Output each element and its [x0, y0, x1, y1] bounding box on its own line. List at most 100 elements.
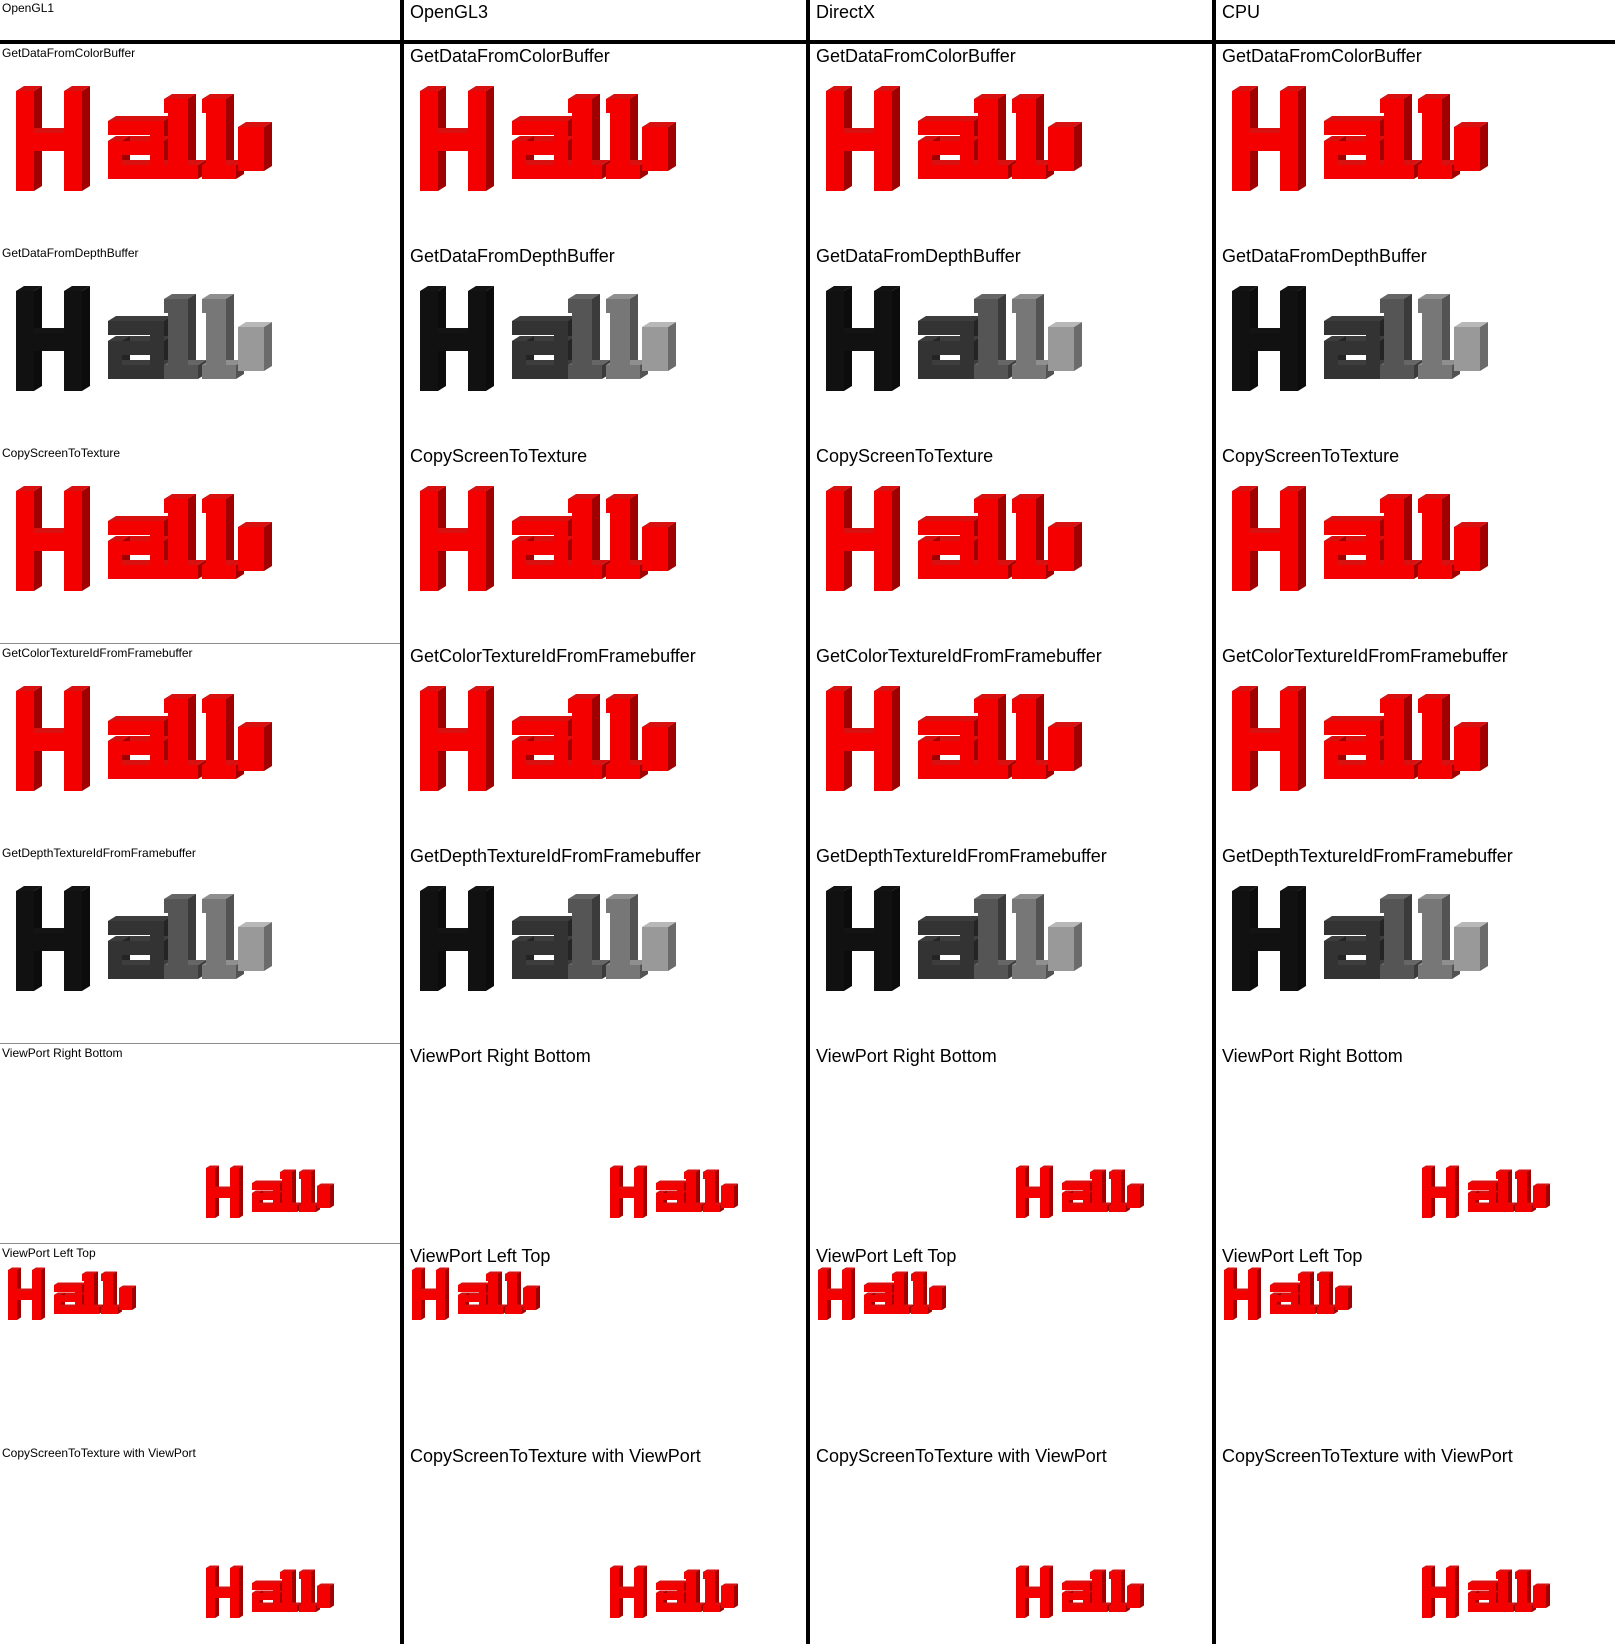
test-label: GetDataFromColorBuffer — [2, 46, 136, 60]
hallo-text-render — [1232, 686, 1488, 791]
glyph-h — [420, 686, 494, 791]
hallo-text-render — [826, 86, 1082, 191]
glyph-a — [252, 1580, 284, 1612]
glyph-l1 — [1298, 1271, 1319, 1314]
test-label: GetDataFromDepthBuffer — [1222, 246, 1427, 266]
glyph-a — [1324, 916, 1388, 979]
hallo-text-render — [206, 1165, 334, 1218]
glyph-l1 — [974, 94, 1016, 179]
render-output — [818, 1267, 946, 1320]
hallo-text-render — [16, 486, 272, 591]
render-output — [1232, 286, 1488, 391]
glyph-o — [721, 1183, 738, 1208]
glyph-h — [206, 1565, 243, 1618]
render-output — [206, 1565, 334, 1618]
glyph-o — [238, 322, 272, 371]
test-label: ViewPort Left Top — [816, 1246, 957, 1266]
glyph-l1 — [82, 1271, 103, 1314]
glyph-o — [1454, 722, 1488, 771]
glyph-a — [108, 316, 172, 379]
render-output — [1422, 1165, 1550, 1218]
glyph-o — [1048, 522, 1082, 571]
hallo-text-render — [8, 1267, 136, 1320]
hallo-text-render — [420, 886, 676, 991]
test-label: ViewPort Right Bottom — [816, 1046, 997, 1066]
glyph-h — [1232, 86, 1306, 191]
glyph-l2 — [1418, 94, 1460, 179]
glyph-h — [420, 886, 494, 991]
test-label: CopyScreenToTexture with ViewPort — [2, 1446, 196, 1460]
glyph-l1 — [280, 1569, 301, 1612]
hallo-text-render — [826, 286, 1082, 391]
glyph-a — [918, 316, 982, 379]
render-output — [1232, 486, 1488, 591]
test-cell: GetDataFromColorBuffer — [810, 44, 1212, 244]
glyph-o — [929, 1285, 946, 1310]
glyph-l2 — [299, 1569, 320, 1612]
glyph-a — [864, 1282, 896, 1314]
glyph-h — [1232, 886, 1306, 991]
glyph-h — [826, 486, 900, 591]
test-label: CopyScreenToTexture — [816, 446, 994, 466]
test-cell: GetDataFromDepthBuffer — [0, 244, 400, 444]
glyph-l2 — [202, 94, 244, 179]
glyph-a — [512, 316, 576, 379]
test-cell: GetDepthTextureIdFromFramebuffer — [810, 844, 1212, 1044]
glyph-h — [818, 1267, 855, 1320]
glyph-o — [1454, 322, 1488, 371]
test-label: ViewPort Left Top — [1222, 1246, 1363, 1266]
test-cell: CopyScreenToTexture — [404, 444, 806, 644]
glyph-l2 — [1012, 694, 1054, 779]
render-output — [206, 1165, 334, 1218]
test-cell: CopyScreenToTexture — [810, 444, 1212, 644]
glyph-a — [1468, 1180, 1500, 1212]
glyph-l2 — [202, 894, 244, 979]
glyph-h — [420, 286, 494, 391]
glyph-h — [1422, 1565, 1459, 1618]
test-label: CopyScreenToTexture — [2, 446, 121, 460]
render-output — [1224, 1267, 1352, 1320]
glyph-h — [1422, 1165, 1459, 1218]
glyph-l1 — [1380, 694, 1422, 779]
test-cell: ViewPort Left Top — [404, 1244, 806, 1444]
glyph-l2 — [703, 1169, 724, 1212]
glyph-l2 — [1515, 1169, 1536, 1212]
test-cell: CopyScreenToTexture with ViewPort — [0, 1444, 400, 1644]
glyph-a — [108, 116, 172, 179]
test-label: GetDataFromDepthBuffer — [410, 246, 615, 266]
glyph-h — [1232, 286, 1306, 391]
glyph-a — [108, 716, 172, 779]
glyph-h — [826, 886, 900, 991]
render-output — [826, 286, 1082, 391]
render-output — [1016, 1165, 1144, 1218]
glyph-l2 — [101, 1271, 122, 1314]
test-label: ViewPort Right Bottom — [2, 1046, 123, 1060]
glyph-l2 — [202, 294, 244, 379]
test-label: GetColorTextureIdFromFramebuffer — [2, 646, 193, 660]
column-header-opengl3: OpenGL3 — [410, 2, 489, 22]
glyph-l2 — [911, 1271, 932, 1314]
glyph-h — [1016, 1565, 1053, 1618]
glyph-o — [1335, 1285, 1352, 1310]
hallo-text-render — [16, 686, 272, 791]
glyph-l1 — [280, 1169, 301, 1212]
test-cell: GetDataFromColorBuffer — [404, 44, 806, 244]
test-label: GetDataFromColorBuffer — [816, 46, 1016, 66]
test-cell: GetColorTextureIdFromFramebuffer — [810, 644, 1212, 844]
glyph-l1 — [684, 1169, 705, 1212]
hallo-text-render — [1422, 1565, 1550, 1618]
test-cell: ViewPort Left Top — [810, 1244, 1212, 1444]
test-cell: GetDepthTextureIdFromFramebuffer — [1216, 844, 1615, 1044]
glyph-o — [642, 522, 676, 571]
glyph-l1 — [1496, 1569, 1517, 1612]
glyph-a — [918, 516, 982, 579]
glyph-o — [1048, 122, 1082, 171]
glyph-h — [16, 286, 90, 391]
test-cell: GetDataFromColorBuffer — [1216, 44, 1615, 244]
glyph-a — [918, 916, 982, 979]
glyph-l1 — [1090, 1169, 1111, 1212]
test-label: GetDataFromDepthBuffer — [2, 246, 139, 260]
glyph-a — [656, 1580, 688, 1612]
test-cell: GetDataFromDepthBuffer — [810, 244, 1212, 444]
glyph-h — [16, 886, 90, 991]
